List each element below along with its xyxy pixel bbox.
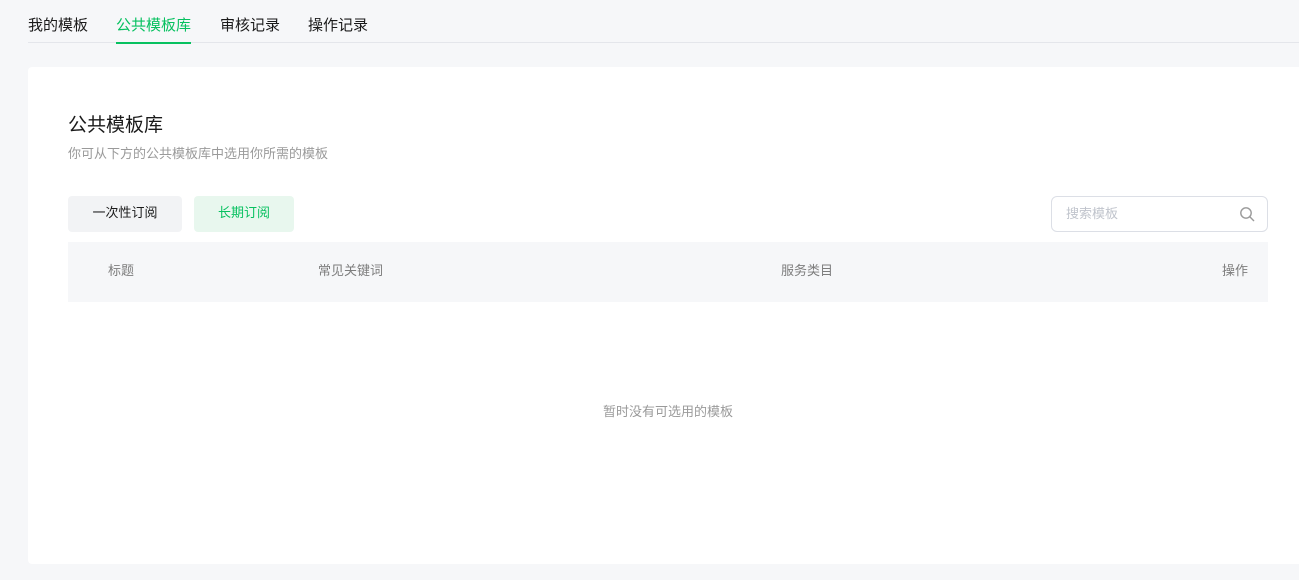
page-title: 公共模板库 xyxy=(68,114,164,136)
tab-review-records[interactable]: 审核记录 xyxy=(220,14,280,36)
search-box xyxy=(1051,196,1268,232)
empty-state-message: 暂时没有可选用的模板 xyxy=(602,405,733,420)
column-header-title: 标题 xyxy=(108,264,135,279)
tab-my-templates[interactable]: 我的模板 xyxy=(28,14,88,36)
long-term-subscription-button[interactable]: 长期订阅 xyxy=(194,196,294,232)
top-tab-bar: 我的模板 公共模板库 审核记录 操作记录 xyxy=(28,0,1299,44)
one-time-subscription-button[interactable]: 一次性订阅 xyxy=(68,196,182,232)
search-input[interactable] xyxy=(1066,197,1231,231)
table-header: 标题 常见关键词 服务类目 操作 xyxy=(68,242,1268,302)
column-header-action: 操作 xyxy=(1221,264,1248,279)
column-header-service-category: 服务类目 xyxy=(781,264,834,279)
page-description: 你可从下方的公共模板库中选用你所需的模板 xyxy=(68,147,329,162)
tab-public-template-library[interactable]: 公共模板库 xyxy=(116,14,192,44)
tab-operation-records[interactable]: 操作记录 xyxy=(308,14,368,36)
column-header-keywords: 常见关键词 xyxy=(318,264,384,279)
template-library-card: 公共模板库 你可从下方的公共模板库中选用你所需的模板 一次性订阅 长期订阅 标题… xyxy=(28,67,1299,564)
search-icon[interactable] xyxy=(1239,206,1255,222)
